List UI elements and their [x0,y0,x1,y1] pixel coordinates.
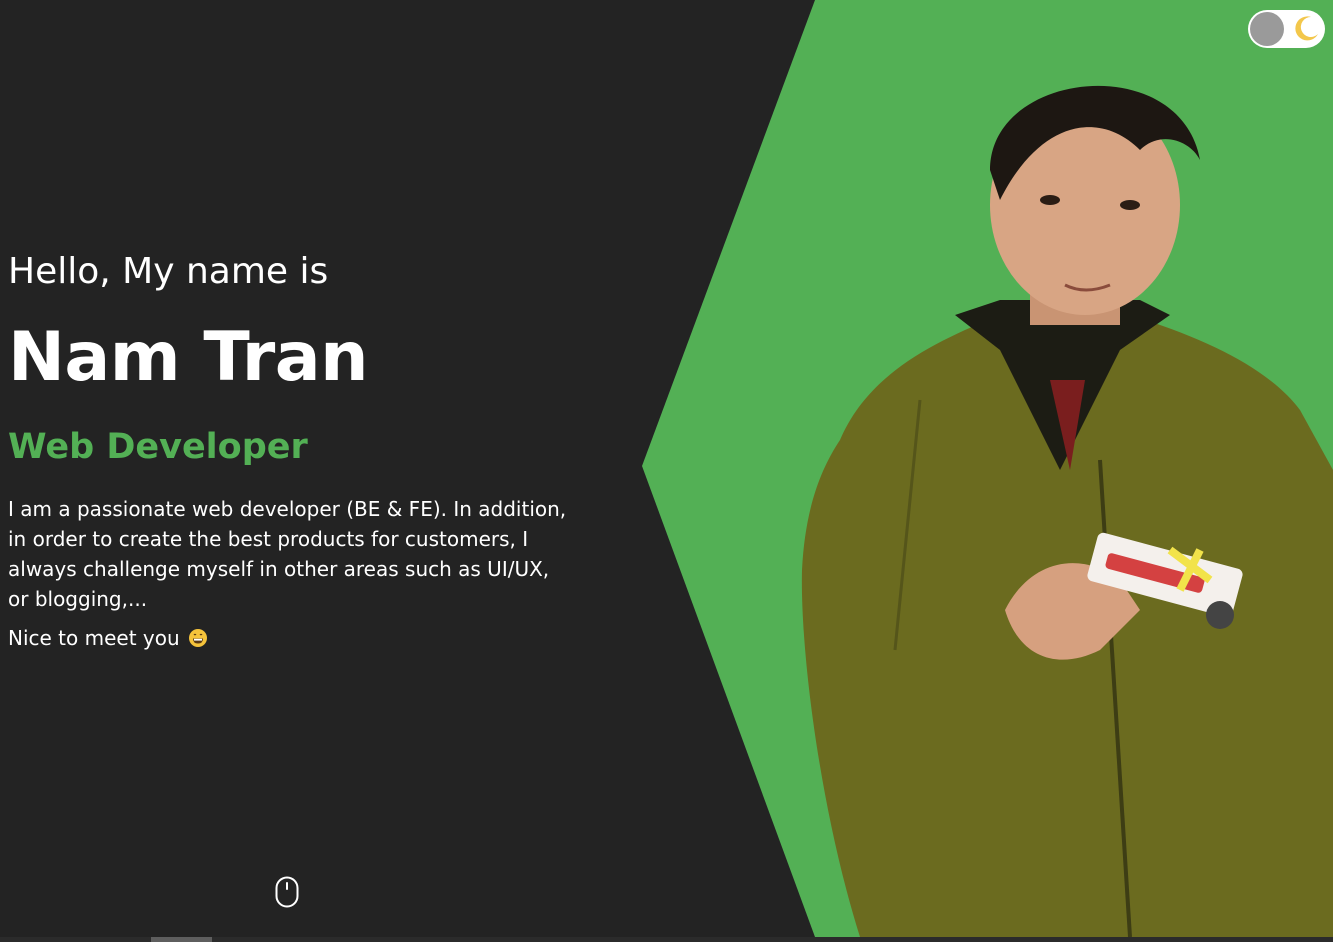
profile-photo [801,85,1333,937]
greeting-text: Hello, My name is [8,251,329,292]
person-name: Nam Tran [8,318,369,398]
bio-text: I am a passionate web developer (BE & FE… [8,496,567,611]
grinning-face-icon [188,628,207,647]
moon-icon [1295,16,1318,41]
closing-text: Nice to meet you [8,625,180,650]
scrollbar-thumb[interactable] [151,937,212,942]
closing-line: Nice to meet you [8,626,568,650]
hero-intro: Hello, My name is Nam Tran Web Developer… [8,250,568,650]
horizontal-scrollbar[interactable] [0,937,1333,942]
toggle-knob [1250,12,1284,46]
theme-toggle[interactable] [1248,10,1325,48]
job-title: Web Developer [8,426,308,467]
mouse-icon[interactable] [275,876,299,908]
